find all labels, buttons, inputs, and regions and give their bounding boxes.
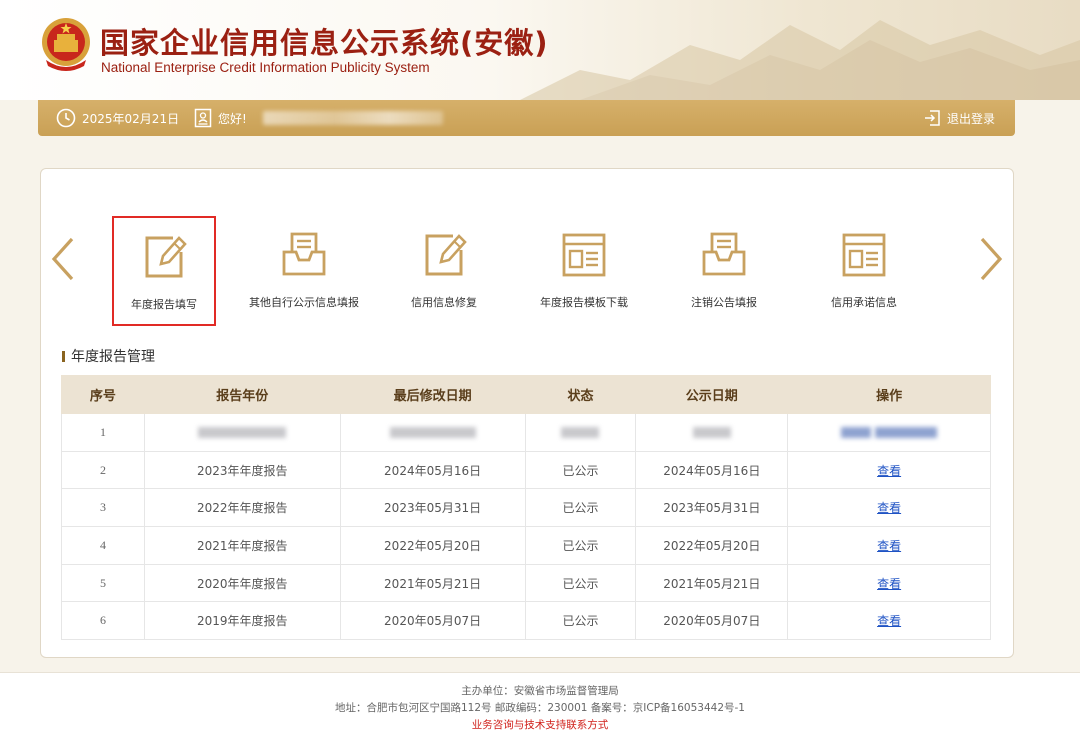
cell-status: 已公示: [524, 450, 637, 490]
cell-modified: 2022年05月20日: [339, 526, 526, 565]
table-row: 2 2023年年度报告 2024年05月16日 已公示 2024年05月16日 …: [61, 450, 991, 490]
greeting-text: 您好!: [218, 111, 247, 126]
func-cancellation-notice[interactable]: 注销公告填报: [672, 216, 776, 326]
func-label: 年度报告模板下载: [540, 296, 628, 309]
func-credit-commitment[interactable]: 信用承诺信息: [812, 216, 916, 326]
cell-modified: 2023年05月31日: [339, 488, 526, 528]
column-header: 报告年份: [143, 375, 341, 414]
cell-action: 查看: [787, 526, 991, 565]
footer-address: 地址：合肥市包河区宁国路112号 邮政编码：230001 备案号：京ICP备16…: [335, 702, 745, 714]
cell-year: 2023年年度报告: [143, 450, 341, 490]
cell-published: 2024年05月16日: [635, 450, 789, 490]
func-annual-report-fill[interactable]: 年度报告填写: [112, 216, 216, 326]
func-other-disclosure[interactable]: 其他自行公示信息填报: [249, 216, 359, 326]
cell-year: 2022年年度报告: [143, 488, 341, 528]
cell-status: 已公示: [524, 601, 637, 641]
cell-year: 2020年年度报告: [143, 563, 341, 603]
cell-published: 2023年05月31日: [635, 488, 789, 528]
logout-icon: [924, 110, 940, 126]
column-header: 序号: [61, 375, 145, 414]
template-icon: [562, 233, 606, 277]
annual-report-table: 序号 报告年份 最后修改日期 状态 公示日期 操作 1 2 2023年年度报告 …: [61, 375, 991, 641]
cell-published: 2021年05月21日: [635, 563, 789, 603]
site-header: 国家企业信用信息公示系统(安徽) National Enterprise Cre…: [0, 0, 1080, 100]
inbox-document-icon: [282, 232, 326, 276]
view-link[interactable]: 查看: [877, 539, 901, 553]
view-link[interactable]: 查看: [877, 501, 901, 515]
column-header: 状态: [524, 375, 637, 414]
cell-index: 3: [61, 488, 145, 528]
cell-modified: 2020年05月07日: [339, 601, 526, 641]
table-row: 6 2019年年度报告 2020年05月07日 已公示 2020年05月07日 …: [61, 601, 991, 641]
section-heading: 年度报告管理: [62, 346, 155, 366]
column-header: 操作: [787, 375, 991, 414]
edit-icon: [145, 236, 187, 278]
site-title: 国家企业信用信息公示系统(安徽): [100, 26, 549, 60]
func-label: 年度报告填写: [131, 298, 197, 311]
cell-index: 4: [61, 526, 145, 565]
section-marker: [62, 350, 65, 362]
cell-modified: 2024年05月16日: [339, 450, 526, 490]
column-header: 最后修改日期: [339, 375, 526, 414]
edit-icon: [425, 234, 467, 276]
logout-button[interactable]: 退出登录: [923, 100, 995, 136]
inbox-document-icon: [702, 232, 746, 276]
section-title-text: 年度报告管理: [71, 349, 155, 365]
cell-modified-redacted: [339, 413, 526, 452]
table-row: 4 2021年年度报告 2022年05月20日 已公示 2022年05月20日 …: [61, 526, 991, 565]
func-label: 信用信息修复: [411, 296, 477, 309]
user-info-bar: 2025年02月21日 您好! 退出登录: [38, 100, 1015, 136]
footer-sponsor: 主办单位：安徽省市场监督管理局: [461, 685, 619, 697]
logout-label: 退出登录: [946, 111, 995, 126]
cell-year: 2021年年度报告: [143, 526, 341, 565]
mountain-landscape-decoration: [520, 20, 1080, 100]
current-date: 2025年02月21日: [82, 111, 180, 126]
func-credit-repair[interactable]: 信用信息修复: [392, 216, 496, 326]
cell-published-redacted: [635, 413, 789, 452]
cell-status: 已公示: [524, 526, 637, 565]
carousel-prev-arrow-icon[interactable]: [48, 236, 78, 282]
cell-published: 2022年05月20日: [635, 526, 789, 565]
clock-icon: [56, 108, 76, 128]
view-link[interactable]: 查看: [877, 614, 901, 628]
site-title-english: National Enterprise Credit Information P…: [101, 60, 430, 75]
view-link[interactable]: 查看: [877, 577, 901, 591]
table-row: 1: [61, 413, 991, 452]
user-greeting: 您好!: [194, 100, 443, 136]
table-header-row: 序号 报告年份 最后修改日期 状态 公示日期 操作: [61, 375, 991, 414]
site-footer: 主办单位：安徽省市场监督管理局 地址：合肥市包河区宁国路112号 邮政编码：23…: [0, 672, 1080, 736]
redacted-user-name: [262, 111, 443, 125]
cell-year: 2019年年度报告: [143, 601, 341, 641]
cell-action: 查看: [787, 450, 991, 490]
table-row: 5 2020年年度报告 2021年05月21日 已公示 2021年05月21日 …: [61, 563, 991, 603]
cell-published: 2020年05月07日: [635, 601, 789, 641]
cell-index: 2: [61, 450, 145, 490]
func-template-download[interactable]: 年度报告模板下载: [532, 216, 636, 326]
table-row: 3 2022年年度报告 2023年05月31日 已公示 2023年05月31日 …: [61, 488, 991, 528]
carousel-next-arrow-icon[interactable]: [976, 236, 1006, 282]
cell-action-redacted[interactable]: [787, 413, 991, 452]
cell-index: 1: [61, 413, 145, 452]
cell-action: 查看: [787, 563, 991, 603]
cell-status: 已公示: [524, 488, 637, 528]
column-header: 公示日期: [635, 375, 789, 414]
func-label: 信用承诺信息: [831, 296, 897, 309]
footer-contact-link[interactable]: 业务咨询与技术支持联系方式: [0, 717, 1080, 734]
cell-index: 5: [61, 563, 145, 603]
cell-status: 已公示: [524, 563, 637, 603]
view-link[interactable]: 查看: [877, 464, 901, 478]
cell-modified: 2021年05月21日: [339, 563, 526, 603]
cell-action: 查看: [787, 601, 991, 641]
cell-index: 6: [61, 601, 145, 641]
func-label: 注销公告填报: [691, 296, 757, 309]
cell-year-redacted: [143, 413, 341, 452]
cell-action: 查看: [787, 488, 991, 528]
national-emblem-icon: [42, 18, 90, 71]
cell-status-redacted: [524, 413, 637, 452]
date-display: 2025年02月21日: [56, 100, 179, 136]
func-label: 其他自行公示信息填报: [249, 296, 359, 309]
template-icon: [842, 233, 886, 277]
user-card-icon: [194, 108, 212, 128]
